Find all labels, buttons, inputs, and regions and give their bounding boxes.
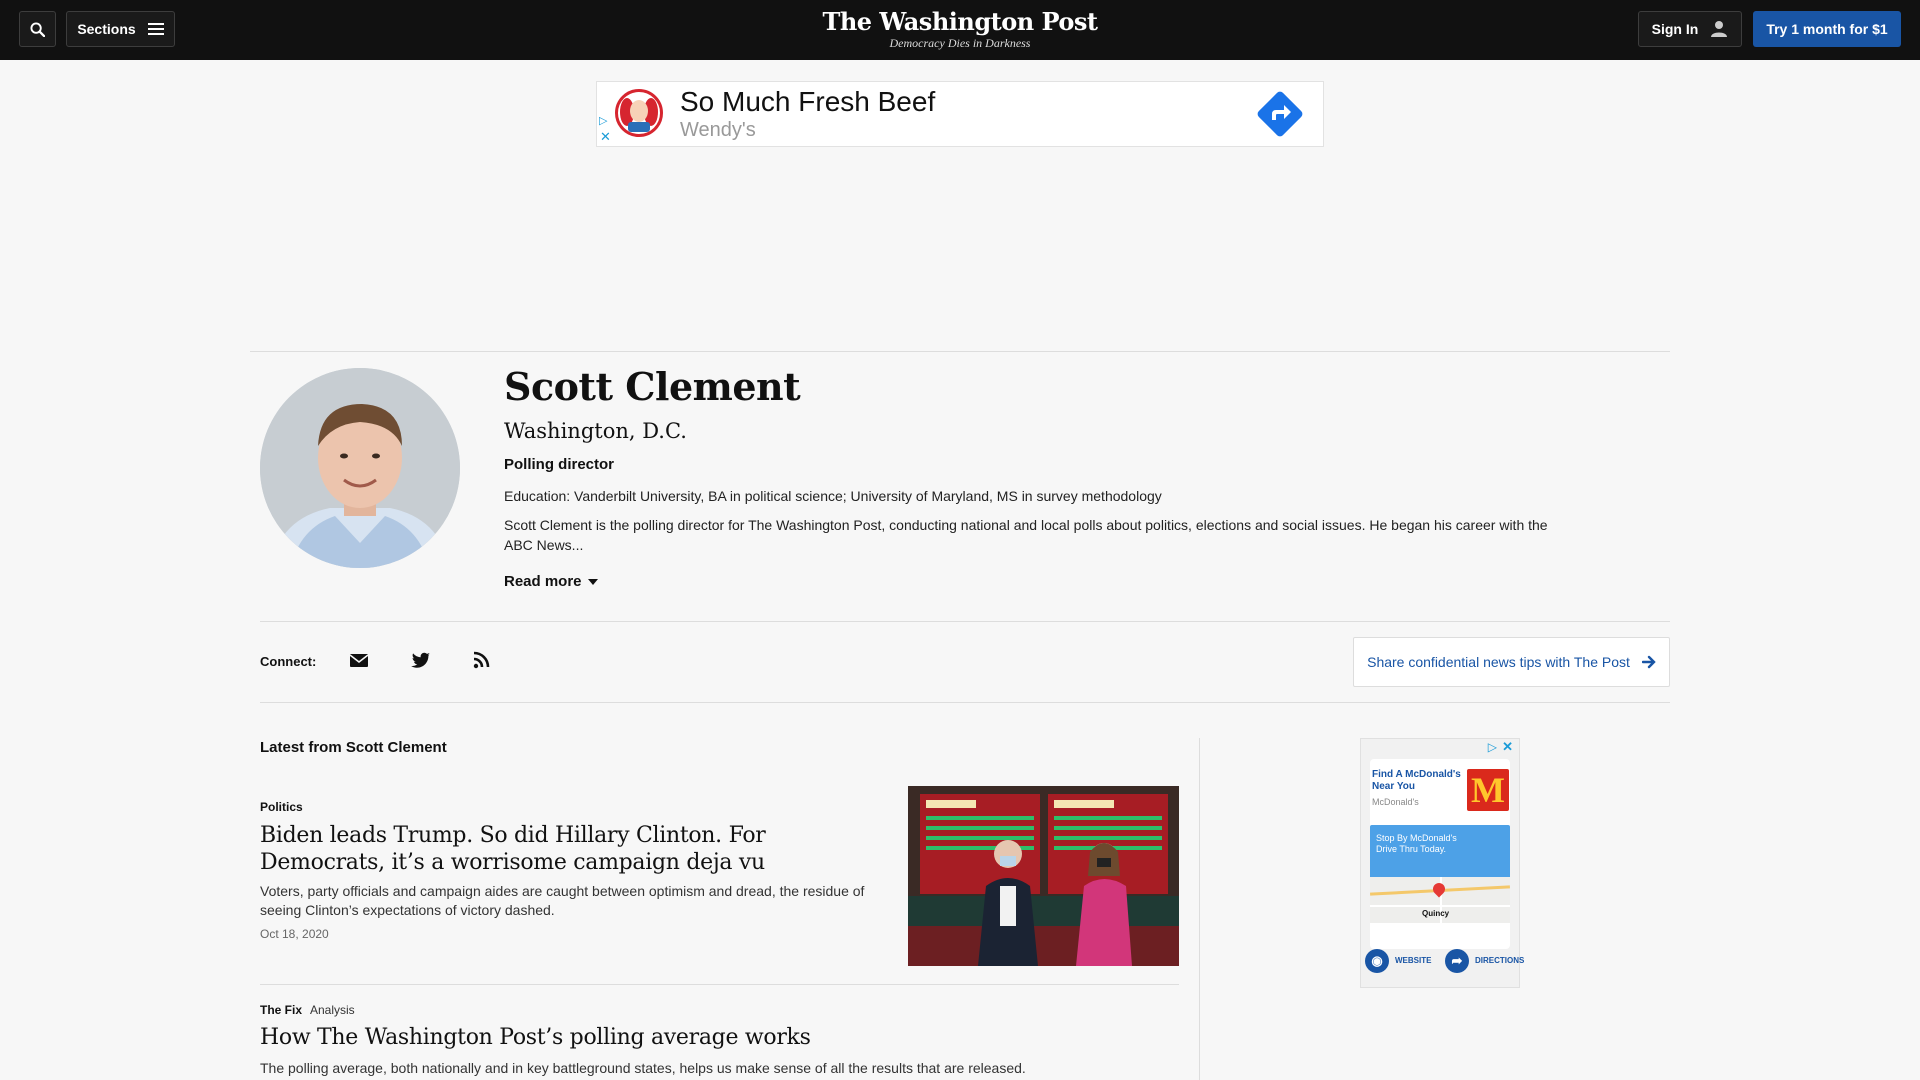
ad-find-text: Find A McDonald's Near You [1372, 769, 1461, 792]
section-divider [250, 351, 1670, 352]
tips-label: Share confidential news tips with The Po… [1367, 654, 1630, 670]
author-role: Polling director [504, 456, 615, 473]
subscribe-trial-button[interactable]: Try 1 month for $1 [1753, 11, 1901, 47]
mcdonalds-ad-card[interactable]: Find A McDonald's Near You McDonald's M … [1370, 759, 1510, 949]
story-label-analysis: Analysis [310, 1003, 355, 1017]
close-icon[interactable]: ✕ [1502, 740, 1513, 753]
sections-label: Sections [77, 21, 136, 37]
story-divider [260, 984, 1179, 985]
author-education: Education: Vanderbilt University, BA in … [504, 488, 1162, 504]
close-icon[interactable]: ✕ [600, 130, 611, 143]
sign-in-button[interactable]: Sign In [1638, 11, 1742, 47]
globe-icon: ◉ [1365, 949, 1389, 973]
directions-arrow-icon[interactable] [1256, 90, 1304, 138]
email-icon[interactable] [349, 651, 369, 669]
ad-drive-text: Stop By McDonald's Drive Thru Today. [1376, 833, 1457, 854]
share-news-tips-button[interactable]: Share confidential news tips with The Po… [1353, 637, 1670, 687]
trial-label: Try 1 month for $1 [1766, 21, 1888, 37]
wendys-logo [615, 89, 663, 137]
adchoices-icon[interactable]: ▷ [1488, 741, 1497, 753]
author-bio: Scott Clement is the polling director fo… [504, 517, 1548, 553]
ad-brand: McDonald's [1372, 797, 1419, 807]
story-blurb: The polling average, both nationally and… [260, 1060, 1026, 1076]
logo-title: The Washington Post [822, 7, 1098, 36]
section-divider [260, 621, 1670, 622]
author-avatar [260, 368, 460, 568]
ad-brand: Wendy's [680, 119, 756, 141]
user-icon [1711, 21, 1728, 37]
arrow-right-icon [1641, 655, 1656, 669]
story-kicker[interactable]: Politics [260, 800, 303, 814]
story-headline[interactable]: How The Washington Post’s polling averag… [260, 1024, 1160, 1051]
map-pin-icon [1430, 880, 1448, 898]
ad-map[interactable]: Quincy [1370, 877, 1510, 923]
sections-menu-button[interactable]: Sections [66, 11, 175, 47]
connect-label: Connect: [260, 654, 317, 669]
rss-icon[interactable] [472, 651, 492, 669]
search-button[interactable] [19, 11, 56, 47]
story-photo[interactable] [908, 786, 1179, 966]
latest-stories-heading: Latest from Scott Clement [260, 739, 447, 756]
ad-headline: So Much Fresh Beef [680, 86, 936, 117]
ad-website-label: WEBSITE [1395, 956, 1432, 965]
story-blurb: Voters, party officials and campaign aid… [260, 883, 865, 918]
sign-in-label: Sign In [1651, 21, 1699, 37]
section-divider [260, 702, 1670, 703]
hamburger-menu-icon [147, 23, 164, 35]
ad-directions-button[interactable]: ➦ DIRECTIONS [1445, 949, 1524, 973]
adchoices-icon[interactable]: ▷ [599, 115, 607, 127]
caret-down-icon [587, 579, 598, 585]
washington-post-logo[interactable]: The Washington Post Democracy Dies in Da… [820, 7, 1100, 51]
logo-tagline: Democracy Dies in Darkness [889, 36, 1031, 50]
read-more-button[interactable]: Read more [504, 572, 598, 592]
story-date: Oct 18, 2020 [260, 927, 329, 941]
side-ad[interactable]: ▷ ✕ Find A McDonald's Near You McDonald'… [1360, 738, 1524, 988]
top-banner-ad[interactable]: ▷ ✕ So Much Fresh Beef Wendy's [596, 81, 1324, 147]
story-kicker[interactable]: The Fix [260, 1003, 302, 1017]
story-headline[interactable]: Biden leads Trump. So did Hillary Clinto… [260, 822, 880, 876]
read-more-label: Read more [504, 573, 582, 590]
mcdonalds-logo: M [1467, 769, 1509, 811]
ad-directions-label: DIRECTIONS [1475, 956, 1525, 965]
author-location: Washington, D.C. [504, 419, 687, 443]
ad-website-button[interactable]: ◉ WEBSITE [1365, 949, 1431, 973]
top-navigation-bar: Sections The Washington Post Democracy D… [0, 0, 1920, 60]
twitter-icon[interactable] [411, 651, 431, 669]
author-name: Scott Clement [504, 364, 801, 409]
map-town-label: Quincy [1422, 909, 1450, 918]
search-icon [30, 21, 45, 37]
ad-drive-thru-panel: Stop By McDonald's Drive Thru Today. [1370, 825, 1510, 877]
directions-arrow-icon: ➦ [1445, 949, 1469, 973]
column-divider [1199, 738, 1200, 1080]
